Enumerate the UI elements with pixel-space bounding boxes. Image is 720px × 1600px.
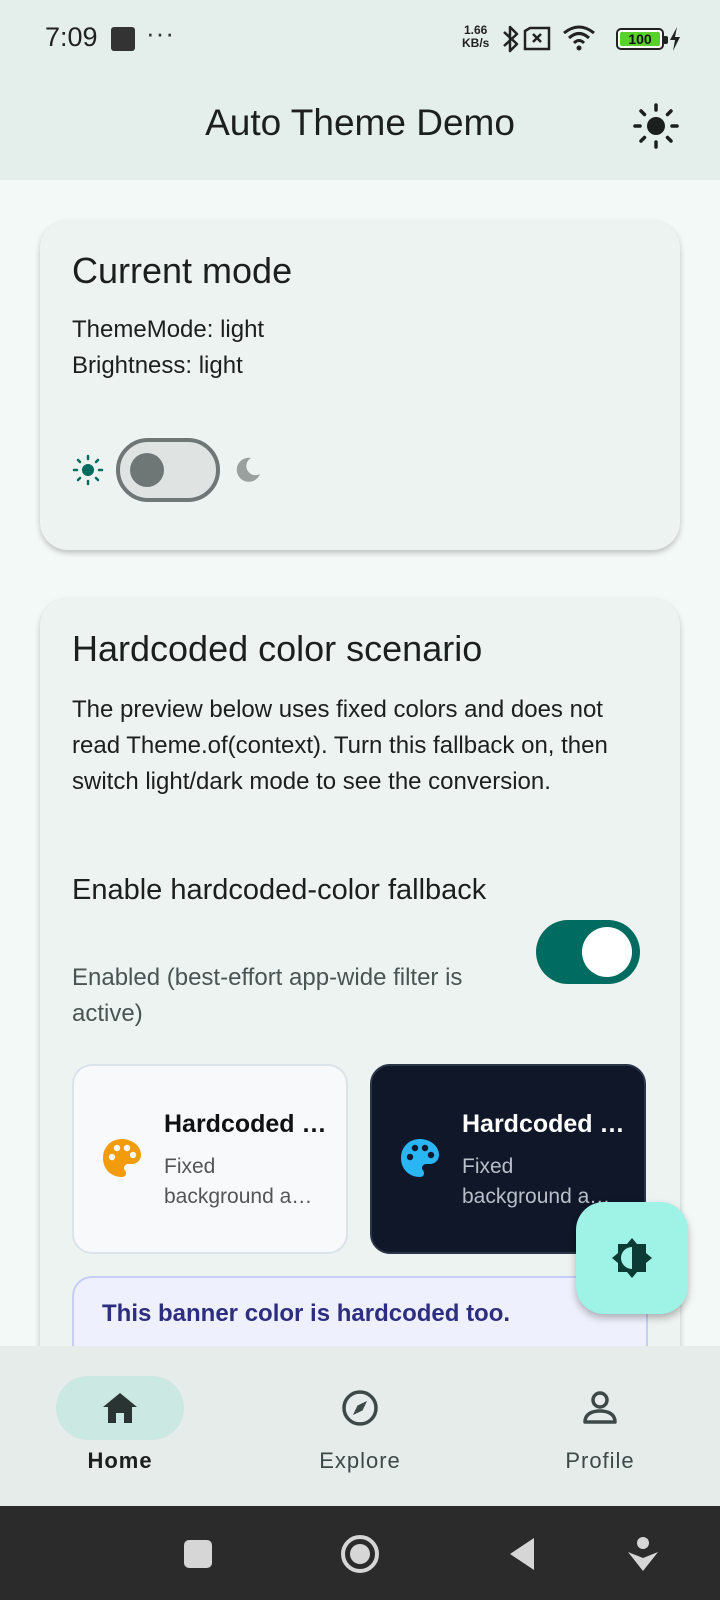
home-icon bbox=[103, 1393, 137, 1423]
light-tile-desc-line2: background a… bbox=[164, 1185, 313, 1208]
fallback-subtitle: Enabled (best-effort app-wide filter is … bbox=[72, 964, 463, 1027]
wifi-icon bbox=[563, 25, 595, 51]
app-title: Auto Theme Demo bbox=[205, 102, 515, 143]
brightness-fab[interactable] bbox=[576, 1202, 688, 1314]
palette-icon bbox=[103, 1139, 141, 1177]
back-button[interactable] bbox=[506, 1536, 538, 1572]
hardcoded-description: The preview below uses fixed colors and … bbox=[72, 696, 608, 795]
switch-knob bbox=[582, 927, 632, 977]
hardcoded-title: Hardcoded color scenario bbox=[72, 628, 483, 669]
recents-button[interactable] bbox=[182, 1538, 214, 1570]
assistant-button[interactable] bbox=[626, 1536, 660, 1572]
battery-level: 100 bbox=[620, 32, 660, 46]
no-sim-icon bbox=[523, 26, 551, 51]
fallback-title: Enable hardcoded-color fallback bbox=[72, 874, 487, 906]
current-mode-card: Current mode ThemeMode: light Brightness… bbox=[40, 220, 680, 550]
dark-tile-title: Hardcoded … bbox=[462, 1110, 625, 1138]
banner-text: This banner color is hardcoded too. bbox=[102, 1300, 511, 1327]
status-bar: 7:09 ··· 1.66 KB/s 100 bbox=[0, 0, 720, 80]
light-tile-desc-line1: Fixed bbox=[164, 1155, 216, 1178]
brightness-icon bbox=[612, 1238, 652, 1278]
light-tile-title: Hardcoded … bbox=[164, 1110, 327, 1138]
fallback-switch[interactable] bbox=[536, 920, 640, 984]
network-speed-unit: KB/s bbox=[462, 36, 490, 50]
status-time: 7:09 bbox=[45, 22, 98, 52]
theme-mode-text: ThemeMode: light bbox=[72, 316, 265, 343]
battery-icon: 100 bbox=[616, 28, 668, 50]
light-tile-description: Fixed background a… bbox=[164, 1152, 324, 1212]
nav-item-explore[interactable]: Explore bbox=[240, 1346, 480, 1506]
nav-label-profile: Profile bbox=[565, 1448, 635, 1473]
switch-knob bbox=[130, 453, 164, 487]
bottom-navigation: Home Explore Profile bbox=[0, 1346, 720, 1506]
home-button[interactable] bbox=[340, 1534, 380, 1574]
nav-item-home[interactable]: Home bbox=[0, 1346, 240, 1506]
sun-icon bbox=[633, 103, 679, 149]
nav-label-explore: Explore bbox=[319, 1448, 401, 1473]
charging-icon bbox=[670, 27, 680, 51]
nav-item-profile[interactable]: Profile bbox=[480, 1346, 720, 1506]
dark-tile-desc-line1: Fixed bbox=[462, 1155, 514, 1178]
app-bar: Auto Theme Demo bbox=[0, 80, 720, 180]
moon-icon bbox=[236, 457, 260, 482]
compass-icon bbox=[342, 1390, 378, 1426]
system-navigation-bar bbox=[0, 1506, 720, 1600]
palette-icon bbox=[401, 1139, 439, 1177]
nav-label-home: Home bbox=[87, 1448, 153, 1473]
notification-icon bbox=[111, 27, 135, 51]
network-speed: 1.66 KB/s bbox=[462, 24, 489, 50]
light-preview-tile: Hardcoded … Fixed background a… bbox=[72, 1064, 348, 1254]
person-icon bbox=[583, 1391, 617, 1424]
mode-switch-row bbox=[72, 438, 262, 502]
more-notifications-icon: ··· bbox=[146, 18, 175, 48]
current-mode-title: Current mode bbox=[72, 250, 293, 291]
brightness-text: Brightness: light bbox=[72, 352, 243, 379]
theme-toggle-button[interactable] bbox=[626, 96, 686, 156]
bluetooth-icon bbox=[503, 25, 519, 53]
sun-icon bbox=[72, 454, 104, 486]
dark-mode-switch[interactable] bbox=[116, 438, 220, 502]
